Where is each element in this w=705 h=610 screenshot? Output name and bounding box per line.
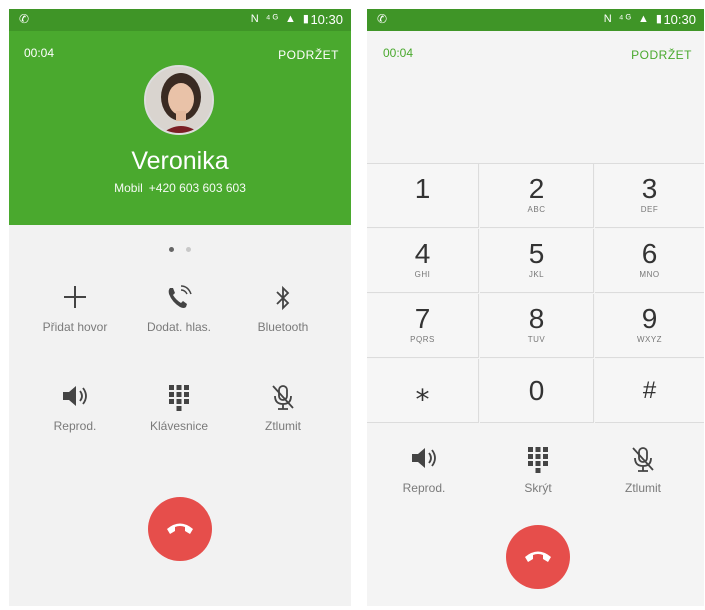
call-timer: 00:04 [383,46,414,60]
caller-number: +420 603 603 603 [148,181,246,195]
extra-volume-icon [129,284,229,316]
page-dot [186,247,191,252]
key-letters: WXYZ [636,335,663,344]
key-digit: 7 [414,303,431,334]
in-call-keypad-screen: ✆ N ⁴ᴳ ▲ ▮ 10:30 00:04 PODRŽET 1 2 ABC 3D… [367,9,704,606]
caller-avatar [144,65,214,135]
end-call-button[interactable] [148,497,212,561]
page-indicator [9,239,351,257]
speaker-label: Reprod. [53,419,97,433]
end-call-button[interactable] [506,525,570,589]
key-letters: TUV [527,335,546,344]
system-icons: N ⁴ᴳ ▲ ▮ [603,13,664,25]
key-digit: 1 [414,173,431,204]
dialpad: 1 2 ABC 3 DEF 4 GHI 5 JKL 6 MNO 7 PQRS 8 TUV 9W… [367,163,704,423]
mute-button[interactable]: Ztlumit [233,383,333,433]
key-3[interactable]: 3 DEF [595,164,704,228]
key-digit: 3 [641,173,658,204]
key-digit: 4 [414,238,431,269]
caller-number-type: Mobil [114,181,143,195]
key-5[interactable]: 5 JKL [480,229,594,293]
caller-number-line: Mobil +420 603 603 603 [9,181,351,195]
call-header: 00:04 PODRŽET Veronika Mobil +420 603 603… [9,31,351,225]
keypad-label: Klávesnice [149,419,209,433]
bluetooth-icon [233,284,333,316]
page-dot-active [169,247,174,252]
key-digit: 2 [528,173,545,204]
call-timer: 00:04 [24,46,55,60]
key-digit: 0 [528,375,545,406]
caller-name: Veronika [131,147,229,175]
key-star[interactable]: ⁎ [367,359,479,423]
speaker-icon [374,445,474,477]
hang-up-icon [167,523,193,534]
key-letters: MNO [639,270,660,279]
mute-label: Ztlumit [625,481,661,495]
call-status-icon: ✆ [19,12,30,26]
key-hash[interactable]: # [595,359,704,423]
keypad-icon [129,383,229,415]
key-4[interactable]: 4 GHI [367,229,479,293]
key-letters: PQRS [410,335,435,344]
status-clock: 10:30 [663,12,696,27]
key-0[interactable]: 0 [480,359,594,423]
speaker-button[interactable]: Reprod. [374,445,474,495]
mute-icon [593,445,693,477]
key-letters: JKL [528,270,545,279]
speaker-icon [25,383,125,415]
key-6[interactable]: 6 MNO [595,229,704,293]
extra-volume-button[interactable]: Dodat. hlas. [129,284,229,334]
extra-volume-label: Dodat. hlas. [146,320,212,334]
mute-icon [233,383,333,415]
key-digit: 8 [528,303,545,334]
key-digit: 5 [528,238,545,269]
add-icon [25,284,125,316]
key-digit: # [642,377,657,404]
hide-keypad-button[interactable]: Skrýt [488,445,588,495]
key-7[interactable]: 7 PQRS [367,294,479,358]
key-9[interactable]: 9 WXYZ [595,294,704,358]
key-digit: 9 [641,303,658,334]
key-letters: DEF [640,205,659,214]
hang-up-icon [525,551,551,562]
hide-keypad-label: Skrýt [524,481,552,495]
mute-button[interactable]: Ztlumit [593,445,693,495]
call-header: 00:04 PODRŽET [367,31,704,163]
status-bar: ✆ N ⁴ᴳ ▲ ▮ 10:30 [9,9,351,31]
in-call-screen: ✆ N ⁴ᴳ ▲ ▮ 10:30 00:04 PODRŽET Veronika … [9,9,351,606]
key-1[interactable]: 1 [367,164,479,228]
add-call-label: Přidat hovor [42,320,108,334]
key-letters: GHI [414,270,431,279]
key-digit: 6 [641,238,658,269]
speaker-button[interactable]: Reprod. [25,383,125,433]
key-2[interactable]: 2 ABC [480,164,594,228]
key-8[interactable]: 8 TUV [480,294,594,358]
key-letters: ABC [527,205,546,214]
keypad-icon [488,445,588,477]
mute-label: Ztlumit [265,419,301,433]
hold-button[interactable]: PODRŽET [278,48,339,62]
call-status-icon: ✆ [377,12,388,26]
system-icons: N ⁴ᴳ ▲ ▮ [250,13,311,25]
bluetooth-button[interactable]: Bluetooth [233,284,333,334]
hold-button[interactable]: PODRŽET [631,48,692,62]
status-clock: 10:30 [310,12,343,27]
status-bar: ✆ N ⁴ᴳ ▲ ▮ 10:30 [367,9,704,31]
bluetooth-label: Bluetooth [257,320,309,334]
add-call-button[interactable]: Přidat hovor [25,284,125,334]
key-digit: ⁎ [415,375,430,406]
keypad-button[interactable]: Klávesnice [129,383,229,433]
speaker-label: Reprod. [402,481,446,495]
